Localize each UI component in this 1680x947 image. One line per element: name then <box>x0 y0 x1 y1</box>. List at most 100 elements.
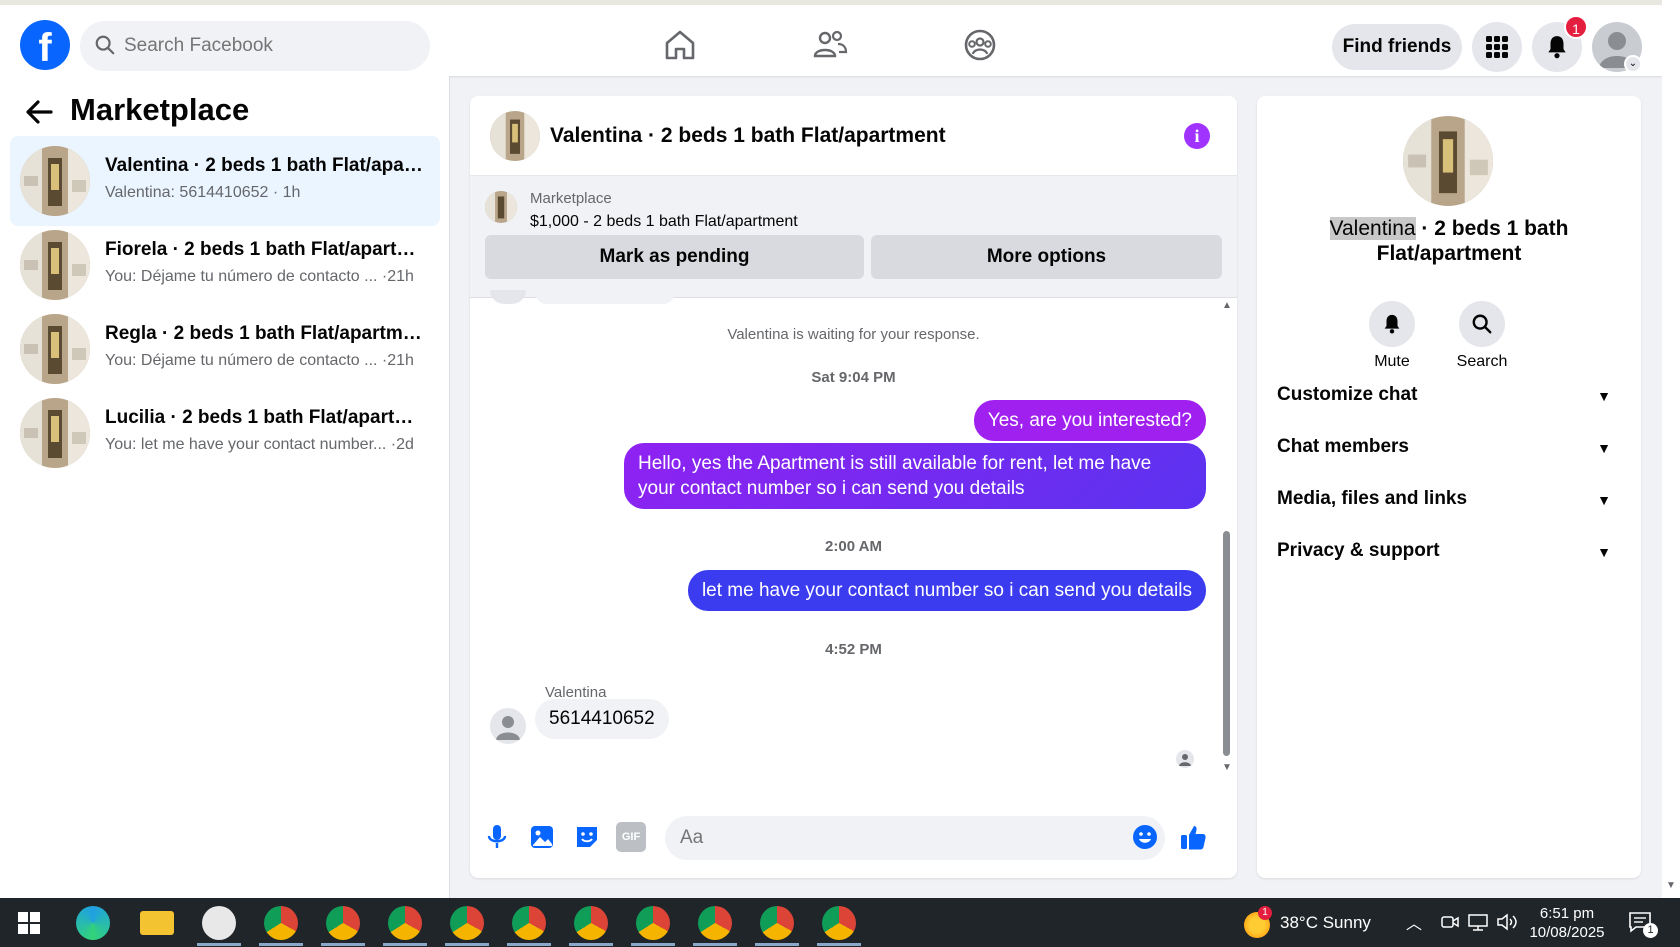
details-title: Valentina · 2 beds 1 bath Flat/apartment <box>1277 216 1621 266</box>
chrome-icon[interactable] <box>264 906 298 940</box>
groups-icon[interactable] <box>962 27 998 63</box>
page-scrollbar[interactable]: ▼ <box>1662 0 1680 898</box>
section-label: Chat members <box>1277 436 1409 457</box>
mark-as-pending-button[interactable]: Mark as pending <box>485 235 864 279</box>
page-title: Marketplace <box>70 92 250 127</box>
chevron-down-icon: ▼ <box>1597 544 1611 560</box>
windows-start-icon[interactable] <box>18 912 40 934</box>
privacy-support-section[interactable]: Privacy & support ▼ <box>1277 540 1621 580</box>
chrome-icon[interactable] <box>450 906 484 940</box>
chrome-icon[interactable] <box>574 906 608 940</box>
notification-count-badge: 1 <box>1564 15 1588 39</box>
sent-message[interactable]: Hello, yes the Apartment is still availa… <box>624 443 1206 509</box>
sticker-icon[interactable] <box>572 822 602 852</box>
marketplace-sidebar: Marketplace Valentina · 2 beds 1 bath Fl… <box>0 76 450 898</box>
active-app-indicator <box>507 943 551 946</box>
sent-message[interactable]: Yes, are you interested? <box>973 400 1206 441</box>
microphone-icon[interactable] <box>482 822 512 852</box>
chat-title[interactable]: Valentina · 2 beds 1 bath Flat/apartment <box>550 124 946 148</box>
listing-thumbnail[interactable] <box>490 111 540 161</box>
top-navigation-bar: f Find friends 1 ⌄ <box>0 0 1662 76</box>
listing-thumbnail <box>20 146 90 216</box>
conversation-preview: You: Déjame tu número de contacto ... ·2… <box>105 352 414 369</box>
file-explorer-icon[interactable] <box>140 911 174 935</box>
active-app-indicator <box>383 943 427 946</box>
scrollbar-thumb[interactable] <box>1223 531 1230 756</box>
listing-price-title[interactable]: $1,000 - 2 beds 1 bath Flat/apartment <box>530 213 798 231</box>
taskbar-clock[interactable]: 6:51 pm 10/08/2025 <box>1526 904 1608 942</box>
message-list: Valentina is waiting for your response. … <box>470 290 1237 798</box>
search-conversation-button[interactable]: Search <box>1442 301 1522 371</box>
active-app-indicator <box>259 943 303 946</box>
conversation-preview: You: Déjame tu número de contacto ... ·2… <box>105 268 414 285</box>
volume-icon[interactable] <box>1496 913 1518 931</box>
section-label: Privacy & support <box>1277 540 1440 561</box>
find-friends-button[interactable]: Find friends <box>1332 24 1462 70</box>
windows-taskbar: 1 38°C Sunny ︿ 6:51 pm 10/08/2025 1 <box>0 898 1680 947</box>
listing-thumbnail[interactable] <box>1403 116 1493 206</box>
conversation-item[interactable]: Valentina · 2 beds 1 bath Flat/apar... V… <box>10 136 440 226</box>
search-box[interactable] <box>80 21 430 71</box>
chrome-icon[interactable] <box>698 906 732 940</box>
received-message[interactable]: 5614410652 <box>535 699 669 739</box>
conversation-item[interactable]: Lucilia · 2 beds 1 bath Flat/apartm... Y… <box>10 388 440 478</box>
chrome-icon[interactable] <box>326 906 360 940</box>
facebook-logo[interactable]: f <box>20 20 70 70</box>
home-icon[interactable] <box>662 27 698 63</box>
meet-now-icon[interactable] <box>1440 913 1460 931</box>
friends-icon[interactable] <box>812 27 848 63</box>
highlighted-name: Valentina <box>1329 217 1416 240</box>
mute-button[interactable]: Mute <box>1352 301 1432 371</box>
chevron-down-icon[interactable]: ⌄ <box>1624 55 1642 73</box>
section-label: Media, files and links <box>1277 488 1468 509</box>
conversation-item[interactable]: Regla · 2 beds 1 bath Flat/apartment You… <box>10 304 440 394</box>
info-icon[interactable]: i <box>1184 123 1210 149</box>
scroll-up-icon[interactable]: ▲ <box>1222 300 1232 311</box>
scroll-down-icon[interactable]: ▼ <box>1222 762 1232 773</box>
sender-avatar[interactable] <box>490 708 526 744</box>
search-label: Search <box>1456 353 1508 370</box>
marketplace-listing-banner: Marketplace $1,000 - 2 beds 1 bath Flat/… <box>470 176 1237 298</box>
active-app-indicator <box>445 943 489 946</box>
sent-message[interactable]: let me have your contact number so i can… <box>687 570 1206 611</box>
photo-icon[interactable] <box>527 822 557 852</box>
network-icon[interactable] <box>1467 913 1489 931</box>
snipping-tool-icon[interactable] <box>202 906 236 940</box>
waiting-notice: Valentina is waiting for your response. <box>727 326 980 343</box>
chrome-icon[interactable] <box>388 906 422 940</box>
active-app-indicator <box>755 943 799 946</box>
chrome-icon[interactable] <box>822 906 856 940</box>
active-app-indicator <box>569 943 613 946</box>
chat-members-section[interactable]: Chat members ▼ <box>1277 436 1621 476</box>
chat-scrollbar[interactable]: ▲ ▼ <box>1222 300 1232 796</box>
edge-browser-icon[interactable] <box>76 906 110 940</box>
conversation-preview: You: let me have your contact number... … <box>105 436 414 453</box>
chrome-icon[interactable] <box>512 906 546 940</box>
chrome-icon[interactable] <box>636 906 670 940</box>
clock-time: 6:51 pm <box>1539 905 1595 922</box>
more-options-button[interactable]: More options <box>871 235 1222 279</box>
media-files-links-section[interactable]: Media, files and links ▼ <box>1277 488 1621 528</box>
default-user-icon <box>496 716 520 740</box>
weather-text[interactable]: 38°C Sunny <box>1280 913 1371 933</box>
customize-chat-section[interactable]: Customize chat ▼ <box>1277 384 1621 424</box>
menu-button[interactable] <box>1472 22 1522 72</box>
chevron-up-icon[interactable]: ︿ <box>1406 910 1422 934</box>
emoji-icon[interactable] <box>1130 822 1160 852</box>
search-input[interactable] <box>124 21 414 71</box>
bell-icon <box>1548 36 1566 59</box>
listing-thumbnail[interactable] <box>485 191 517 223</box>
clock-date: 10/08/2025 <box>1529 924 1605 941</box>
chat-header: Valentina · 2 beds 1 bath Flat/apartment… <box>470 96 1237 176</box>
thumbs-up-icon[interactable] <box>1178 822 1208 852</box>
conversation-item[interactable]: Fiorela · 2 beds 1 bath Flat/apartm... Y… <box>10 220 440 310</box>
listing-thumbnail <box>20 230 90 300</box>
active-app-indicator <box>817 943 861 946</box>
back-arrow-icon[interactable] <box>25 98 53 134</box>
search-icon <box>1472 314 1492 334</box>
gif-icon[interactable]: GIF <box>616 822 646 852</box>
chrome-icon[interactable] <box>760 906 794 940</box>
message-input[interactable] <box>665 816 1165 860</box>
scroll-down-icon[interactable]: ▼ <box>1666 880 1676 891</box>
conversation-details-panel: Valentina · 2 beds 1 bath Flat/apartment… <box>1257 96 1641 878</box>
